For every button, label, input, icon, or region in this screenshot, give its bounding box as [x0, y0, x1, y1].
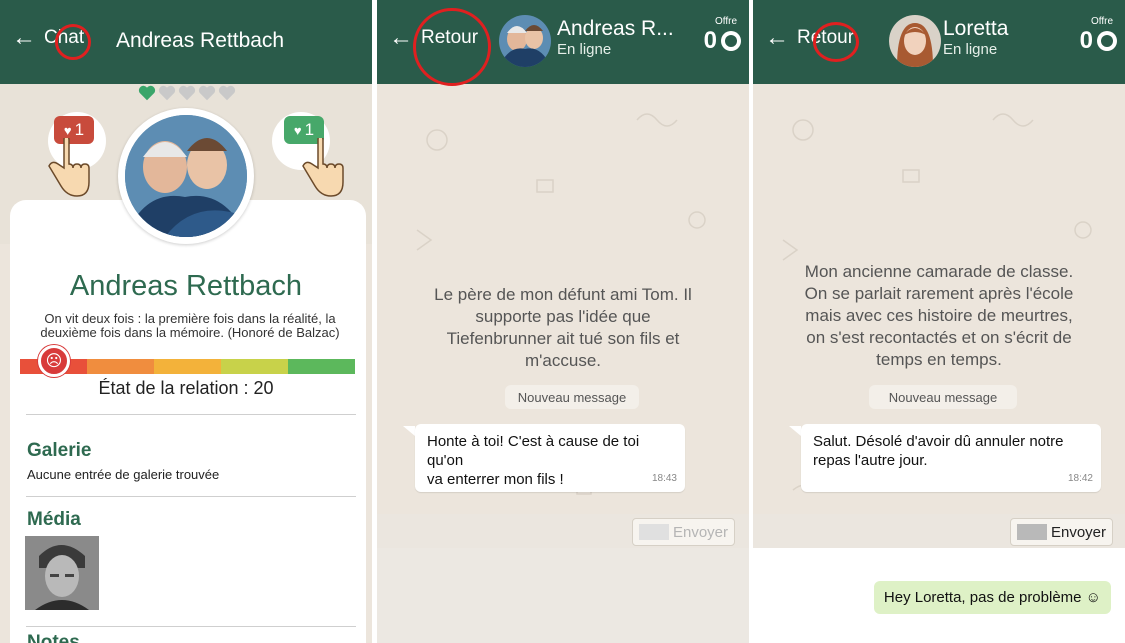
broken-heart-icon: ♥: [63, 122, 72, 138]
description-line: supporte pas l'idée que: [475, 307, 651, 326]
heart-icon: [198, 85, 216, 101]
profile-header: ← Chat Andreas Rettbach: [0, 0, 372, 84]
contact-name: Loretta: [943, 17, 1009, 40]
divider: [26, 496, 356, 497]
description-line: Mon ancienne camarade de classe.: [804, 262, 1074, 281]
offer-label: Offre: [714, 16, 737, 27]
back-label: Retour: [797, 27, 855, 48]
new-message-divider: Nouveau message: [505, 385, 639, 409]
heart-icon: [178, 85, 196, 101]
offer-value: 0: [703, 27, 717, 54]
back-button[interactable]: ← Retour: [389, 26, 478, 50]
heart-icon: [158, 85, 176, 101]
send-button[interactable]: Envoyer: [1009, 518, 1113, 546]
divider: [26, 414, 356, 415]
meter-segment: [221, 359, 288, 374]
message-line: Honte à toi! C'est à cause de toi qu'on: [427, 433, 640, 469]
contact-status: En ligne: [557, 41, 612, 58]
avatar: [125, 115, 247, 237]
message-line: Salut. Désolé d'avoir dû annuler notre: [813, 433, 1064, 450]
media-thumbnail[interactable]: [25, 536, 99, 610]
incoming-message[interactable]: Salut. Désolé d'avoir dû annuler notre r…: [801, 424, 1101, 492]
new-message-divider: Nouveau message: [869, 385, 1017, 409]
back-label: Chat: [44, 27, 85, 48]
like-count: 1: [304, 120, 315, 139]
quote-line: On vit deux fois : la première fois dans…: [44, 311, 336, 326]
description-line: mais avec ces histoire de meurtres,: [805, 306, 1073, 325]
chat-screen-loretta: ← Retour Loretta En ligne Offre 0 Mon an…: [753, 0, 1125, 643]
reply-option[interactable]: Hey Loretta, pas de problème ☺: [873, 581, 1111, 614]
envelope-icon: [638, 524, 669, 540]
offer-counter[interactable]: Offre 0: [1080, 16, 1117, 55]
arrow-left-icon: ←: [389, 24, 413, 51]
offer-label: Offre: [1090, 16, 1113, 27]
send-bar: Envoyer: [753, 514, 1125, 548]
description-line: on s'est recontactés et on s'écrit de: [806, 328, 1072, 347]
page-title: Andreas Rettbach: [116, 29, 285, 52]
incoming-message[interactable]: Honte à toi! C'est à cause de toi qu'on …: [415, 424, 685, 492]
offer-value: 0: [1079, 27, 1093, 54]
contact-description: Mon ancienne camarade de classe. On se p…: [773, 261, 1105, 371]
offer-counter[interactable]: Offre 0: [704, 16, 741, 55]
profile-name: Andreas Rettbach: [69, 270, 303, 302]
media-title: Média: [27, 509, 81, 530]
avatar[interactable]: [889, 15, 941, 67]
back-label: Retour: [421, 27, 479, 48]
pointing-hand-icon: [48, 138, 90, 197]
contact-status: En ligne: [943, 41, 998, 58]
notes-title: Notes: [27, 632, 80, 643]
bubble-tail: [789, 426, 801, 436]
chat-screen-andreas: ← Retour Andreas R... En ligne Offre 0 L…: [377, 0, 749, 643]
contact-name: Andreas R...: [557, 17, 674, 40]
description-line: Tiefenbrunner ait tué son fils et: [446, 329, 680, 348]
pointing-hand-icon: [302, 138, 344, 197]
dislike-count: 1: [74, 120, 85, 139]
heart-icon: [138, 85, 156, 101]
meter-segment: [154, 359, 221, 374]
meter-segment: [288, 359, 355, 374]
envelope-icon: [1016, 524, 1047, 540]
avatar[interactable]: [499, 15, 551, 67]
description-line: temps en temps.: [876, 350, 1002, 369]
quote-line: deuxième fois dans la mémoire. (Honoré d…: [40, 325, 340, 340]
back-button[interactable]: ← Retour: [765, 26, 854, 50]
send-button[interactable]: Envoyer: [631, 518, 735, 546]
contact-photo: [889, 15, 941, 67]
reply-area: [377, 548, 749, 643]
chat-header: ← Retour Loretta En ligne Offre 0: [753, 0, 1125, 84]
media-photo: [25, 536, 99, 610]
send-bar: Envoyer: [377, 514, 749, 548]
description-line: Le père de mon défunt ami Tom. Il: [434, 285, 692, 304]
send-label: Envoyer: [672, 523, 728, 541]
contact-photo: [499, 15, 551, 67]
profile-screen: ← Chat Andreas Rettbach ♥ 1 ♥ 1 Andreas …: [0, 0, 372, 643]
meter-segment: [87, 359, 154, 374]
coin-icon: [721, 31, 741, 51]
relationship-status: État de la relation : 20: [98, 378, 274, 398]
description-line: On se parlait rarement après l'école: [804, 284, 1074, 303]
message-time: 18:42: [1067, 473, 1093, 484]
profile-quote: On vit deux fois : la première fois dans…: [20, 312, 360, 340]
heart-rating: [138, 84, 236, 102]
heart-icon: [218, 85, 236, 101]
contact-description: Le père de mon défunt ami Tom. Il suppor…: [397, 284, 729, 372]
profile-photo[interactable]: [118, 108, 254, 244]
send-label: Envoyer: [1050, 523, 1106, 541]
message-time: 18:43: [651, 473, 677, 484]
arrow-left-icon: ←: [12, 24, 36, 51]
message-line: va enterrer mon fils !: [427, 471, 564, 488]
gallery-empty-text: Aucune entrée de galerie trouvée: [27, 467, 220, 482]
bubble-tail: [403, 426, 415, 436]
angry-face-icon: ☹: [38, 345, 70, 377]
arrow-left-icon: ←: [765, 24, 789, 51]
divider: [26, 626, 356, 627]
gallery-title: Galerie: [27, 440, 92, 461]
relationship-meter: [20, 359, 355, 374]
heart-icon: ♥: [293, 122, 302, 138]
back-button[interactable]: ← Chat: [12, 26, 84, 50]
coin-icon: [1097, 31, 1117, 51]
message-line: repas l'autre jour.: [813, 452, 928, 469]
description-line: m'accuse.: [525, 351, 601, 370]
chat-header: ← Retour Andreas R... En ligne Offre 0: [377, 0, 749, 84]
